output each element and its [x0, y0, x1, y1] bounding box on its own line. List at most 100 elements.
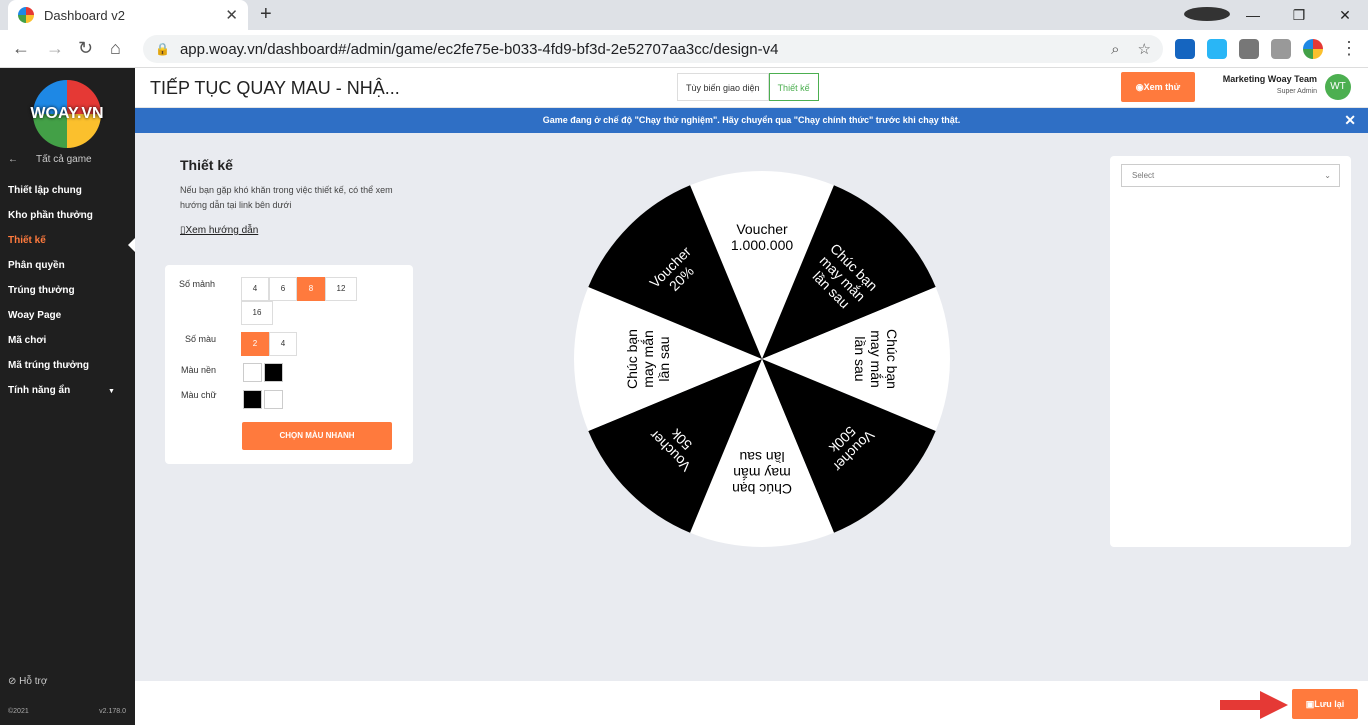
restore-icon[interactable]: ❐	[1276, 7, 1322, 24]
save-button[interactable]: ▣Lưu lại	[1292, 689, 1358, 719]
sidebar-item-rewards[interactable]: Kho phần thưởng	[0, 203, 135, 228]
extension-icon[interactable]	[1175, 39, 1195, 59]
user-info[interactable]: Marketing Woay Team Super Admin	[1220, 74, 1317, 95]
wheel-segment-label: Chúc bạnmay mắnlần sau	[852, 329, 900, 389]
design-heading: Thiết kế	[180, 157, 233, 173]
bg-color-swatch-white[interactable]	[243, 363, 262, 382]
sidebar: WOAY.VN ← Tất cả game Thiết lập chung Kh…	[0, 68, 136, 725]
colors-label: Số màu	[185, 334, 217, 344]
extension-drop-icon[interactable]	[1207, 39, 1227, 59]
reload-icon[interactable]: ↻	[78, 38, 93, 59]
banner-text: Game đang ở chế độ "Chạy thử nghiệm". Hã…	[542, 115, 961, 125]
back-icon[interactable]: ←	[12, 38, 30, 59]
prize-wheel[interactable]: Voucher 1.000.000 Chúc bạnmay mắnlần sau Ch…	[574, 171, 950, 547]
colors-option-2[interactable]: 2	[241, 332, 269, 356]
sidebar-menu: Thiết lập chung Kho phần thưởng Thiết kế…	[0, 178, 135, 403]
address-bar-row: ← → ↻ ⌂ 🔒 app.woay.vn/dashboard#/admin/g…	[0, 30, 1368, 68]
tab-customize[interactable]: Tùy biến giao diện	[677, 73, 769, 101]
close-tab-icon[interactable]: ✕	[225, 6, 238, 24]
element-select[interactable]: Select ⌄	[1121, 164, 1340, 187]
text-color-label: Màu chữ	[181, 390, 217, 400]
page-header: TIẾP TỤC QUAY MAU - NHẬ... Tùy biến giao…	[135, 68, 1368, 108]
quick-color-button[interactable]: CHỌN MÀU NHANH	[242, 422, 392, 450]
user-role: Super Admin	[1276, 88, 1317, 95]
colors-option-4[interactable]: 4	[269, 332, 297, 356]
profile-menu-icon[interactable]	[1184, 6, 1230, 24]
zoom-icon[interactable]: ⌕	[1111, 41, 1119, 58]
right-panel: Select ⌄	[1110, 156, 1351, 547]
sidebar-item-win-codes[interactable]: Mã trúng thưởng	[0, 353, 135, 378]
pieces-option-4[interactable]: 4	[241, 277, 269, 301]
url-bar[interactable]: 🔒 app.woay.vn/dashboard#/admin/game/ec2f…	[143, 35, 1163, 63]
new-tab-icon[interactable]: +	[260, 3, 272, 26]
test-mode-banner: Game đang ở chế độ "Chạy thử nghiệm". Hã…	[135, 108, 1368, 133]
sidebar-item-general[interactable]: Thiết lập chung	[0, 178, 135, 203]
save-icon: ▣	[1305, 699, 1315, 709]
version: v2.178.0	[99, 708, 126, 715]
window-controls: — ❐ ✕	[1184, 0, 1368, 30]
sidebar-item-permissions[interactable]: Phân quyền	[0, 253, 135, 278]
chevron-down-icon: ▼	[108, 388, 115, 395]
woay-logo[interactable]: WOAY.VN	[30, 80, 104, 148]
back-label: Tất cả game	[36, 154, 92, 165]
avatar[interactable]: WT	[1325, 74, 1351, 100]
browser-menu-icon[interactable]: ⋮	[1340, 38, 1358, 59]
design-canvas: Thiết kế Nếu bạn gặp khó khăn trong việc…	[135, 133, 1368, 681]
guide-link[interactable]: ▯Xem hướng dẫn	[180, 225, 410, 236]
pieces-label: Số mảnh	[179, 279, 216, 289]
bookmark-star-icon[interactable]: ☆	[1138, 40, 1151, 58]
wheel-segment-label: Voucher 1.000.000	[731, 221, 793, 253]
forward-icon[interactable]: →	[46, 38, 64, 59]
guide-link-label: Xem hướng dẫn	[185, 225, 259, 236]
preview-button[interactable]: ◉Xem thử	[1121, 72, 1195, 102]
text-color-swatch-black[interactable]	[243, 390, 262, 409]
support-label: Hỗ trợ	[19, 676, 48, 687]
tab-design[interactable]: Thiết kế	[768, 73, 819, 101]
design-options-card: Số mảnh 4 6 8 12 16 Số màu 2 4 Màu nền M…	[165, 265, 413, 464]
design-intro: Thiết kế Nếu bạn gặp khó khăn trong việc…	[180, 157, 410, 236]
wheel-segment-label: Chúc bạnmay mắnlần sau	[732, 449, 792, 497]
view-tabs: Tùy biến giao diện Thiết kế	[677, 73, 819, 101]
tab-title: Dashboard v2	[44, 7, 125, 23]
select-caret-icon: ⌄	[1324, 171, 1331, 180]
eye-icon: ◉	[1135, 82, 1144, 92]
sidebar-item-winners[interactable]: Trúng thưởng	[0, 278, 135, 303]
sidebar-item-woay-page[interactable]: Woay Page	[0, 303, 135, 328]
lock-icon: 🔒	[155, 42, 170, 56]
profile-avatar-icon[interactable]	[1303, 39, 1323, 59]
minimize-icon[interactable]: —	[1230, 7, 1276, 23]
wheel-segment-label: Chúc bạnmay mắnlần sau	[624, 329, 672, 389]
bg-color-label: Màu nền	[181, 365, 217, 375]
extensions-puzzle-icon[interactable]	[1239, 39, 1259, 59]
red-arrow-icon	[1220, 691, 1288, 719]
compass-icon: ⊘	[8, 676, 17, 687]
sidebar-footer: ©2021 v2.178.0	[8, 708, 126, 715]
sidebar-item-play-codes[interactable]: Mã chơi	[0, 328, 135, 353]
logo-text: WOAY.VN	[30, 105, 104, 122]
preview-label: Xem thử	[1143, 82, 1181, 92]
browser-tab-strip: Dashboard v2 ✕ + — ❐ ✕	[0, 0, 1368, 30]
favicon-icon	[18, 7, 34, 23]
close-banner-icon[interactable]: ✕	[1344, 108, 1356, 133]
support-link[interactable]: ⊘ Hỗ trợ	[8, 676, 47, 687]
text-color-swatch-white[interactable]	[264, 390, 283, 409]
bottom-bar: ▣Lưu lại	[135, 681, 1368, 725]
save-label: Lưu lại	[1314, 699, 1345, 709]
url-text: app.woay.vn/dashboard#/admin/game/ec2fe7…	[179, 40, 779, 58]
browser-tab[interactable]: Dashboard v2 ✕	[8, 0, 248, 30]
design-description: Nếu bạn gặp khó khăn trong việc thiết kế…	[180, 185, 393, 210]
pieces-option-8[interactable]: 8	[297, 277, 325, 301]
back-arrow-icon: ←	[8, 154, 18, 165]
page-title: TIẾP TỤC QUAY MAU - NHẬ...	[150, 78, 400, 98]
pieces-option-6[interactable]: 6	[269, 277, 297, 301]
media-icon[interactable]	[1271, 39, 1291, 59]
sidebar-item-design[interactable]: Thiết kế	[0, 228, 135, 253]
pieces-option-12[interactable]: 12	[325, 277, 357, 301]
select-placeholder: Select	[1132, 171, 1155, 180]
home-icon[interactable]: ⌂	[110, 38, 121, 59]
user-name: Marketing Woay Team	[1222, 74, 1317, 84]
pieces-option-16[interactable]: 16	[241, 301, 273, 325]
back-to-all-games[interactable]: ← Tất cả game	[8, 154, 92, 165]
close-window-icon[interactable]: ✕	[1322, 7, 1368, 24]
bg-color-swatch-black[interactable]	[264, 363, 283, 382]
